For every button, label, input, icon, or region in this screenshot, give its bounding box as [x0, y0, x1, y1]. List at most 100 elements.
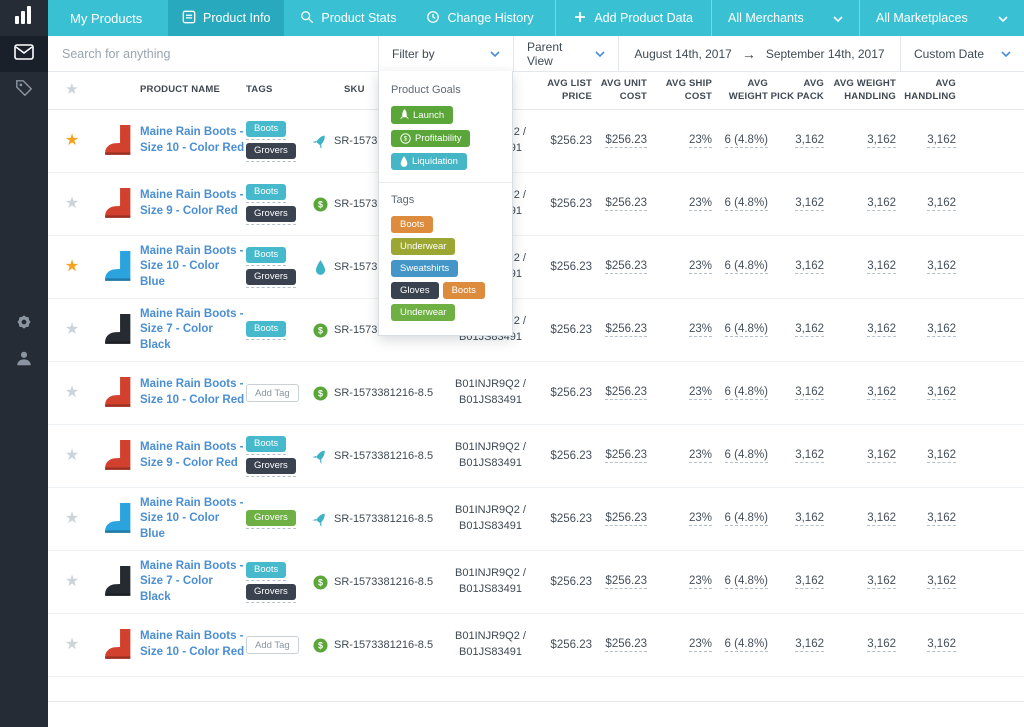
- avg-pick-pack[interactable]: 3,162: [795, 260, 824, 274]
- app-logo[interactable]: [0, 0, 48, 36]
- avg-weight[interactable]: 6 (4.8%): [724, 386, 768, 400]
- avg-pick-pack[interactable]: 3,162: [795, 197, 824, 211]
- avg-pick-pack[interactable]: 3,162: [795, 512, 824, 526]
- tag-filter-pill[interactable]: Gloves: [391, 282, 439, 299]
- avg-ship-cost[interactable]: 23%: [688, 575, 712, 589]
- tag-filter-pill[interactable]: Sweatshirts: [391, 260, 459, 277]
- avg-weight[interactable]: 6 (4.8%): [724, 323, 768, 337]
- avg-handling[interactable]: 3,162: [927, 260, 956, 274]
- search-input[interactable]: [48, 46, 378, 61]
- goal-pill[interactable]: Liquidation: [391, 153, 467, 170]
- add-product-data-button[interactable]: Add Product Data: [556, 0, 711, 36]
- avg-weight-handling[interactable]: 3,162: [867, 323, 896, 337]
- avg-weight-handling[interactable]: 3,162: [867, 575, 896, 589]
- avg-handling[interactable]: 3,162: [927, 638, 956, 652]
- tag-pill[interactable]: Boots: [246, 435, 287, 452]
- avg-handling[interactable]: 3,162: [927, 134, 956, 148]
- avg-ship-cost[interactable]: 23%: [688, 197, 712, 211]
- marketplaces-dropdown[interactable]: All Marketplaces: [860, 0, 1024, 36]
- sidebar-item-account[interactable]: [0, 342, 48, 378]
- col-avg-unit-cost[interactable]: AVG UNIT COST: [592, 78, 647, 104]
- product-name-link[interactable]: Maine Rain Boots - Size 10 - Color Red: [140, 629, 244, 660]
- avg-handling[interactable]: 3,162: [927, 449, 956, 463]
- avg-unit-cost[interactable]: $256.23: [605, 197, 647, 211]
- avg-unit-cost[interactable]: $256.23: [605, 575, 647, 589]
- sidebar-item-tags[interactable]: [0, 72, 48, 108]
- col-avg-weight-handling[interactable]: AVG WEIGHT HANDLING: [824, 78, 896, 104]
- avg-handling[interactable]: 3,162: [927, 575, 956, 589]
- avg-unit-cost[interactable]: $256.23: [605, 134, 647, 148]
- avg-weight-handling[interactable]: 3,162: [867, 386, 896, 400]
- avg-ship-cost[interactable]: 23%: [688, 134, 712, 148]
- favorite-star[interactable]: ★: [65, 259, 79, 275]
- product-name-link[interactable]: Maine Rain Boots - Size 9 - Color Red: [140, 440, 244, 471]
- favorite-star[interactable]: ★: [65, 196, 79, 212]
- col-avg-weight[interactable]: AVG WEIGHT: [712, 78, 768, 104]
- avg-unit-cost[interactable]: $256.23: [605, 260, 647, 274]
- avg-ship-cost[interactable]: 23%: [688, 260, 712, 274]
- tag-filter-pill[interactable]: Boots: [391, 216, 434, 233]
- avg-handling[interactable]: 3,162: [927, 323, 956, 337]
- filter-by-dropdown[interactable]: Filter by: [378, 36, 513, 71]
- avg-ship-cost[interactable]: 23%: [688, 512, 712, 526]
- avg-pick-pack[interactable]: 3,162: [795, 638, 824, 652]
- col-avg-list-price[interactable]: AVG LIST PRICE: [537, 78, 592, 104]
- favorite-star[interactable]: ★: [65, 574, 79, 590]
- col-avg-handling[interactable]: AVG HANDLING: [896, 78, 956, 104]
- avg-ship-cost[interactable]: 23%: [688, 386, 712, 400]
- goal-pill[interactable]: $ Profitability: [391, 130, 471, 147]
- goal-pill[interactable]: Launch: [391, 106, 454, 124]
- avg-pick-pack[interactable]: 3,162: [795, 386, 824, 400]
- tag-filter-pill[interactable]: Underwear: [391, 304, 456, 321]
- avg-weight[interactable]: 6 (4.8%): [724, 575, 768, 589]
- add-tag-button[interactable]: Add Tag: [246, 384, 299, 402]
- product-name-link[interactable]: Maine Rain Boots - Size 10 - Color Blue: [140, 496, 246, 543]
- avg-weight[interactable]: 6 (4.8%): [724, 512, 768, 526]
- tag-pill[interactable]: Grovers: [246, 457, 296, 474]
- avg-unit-cost[interactable]: $256.23: [605, 638, 647, 652]
- custom-date-dropdown[interactable]: Custom Date: [900, 36, 1024, 71]
- product-name-link[interactable]: Maine Rain Boots - Size 7 - Color Black: [140, 559, 246, 606]
- favorite-star[interactable]: ★: [65, 322, 79, 338]
- tag-pill[interactable]: Boots: [246, 246, 287, 263]
- favorite-star[interactable]: ★: [65, 448, 79, 464]
- product-name-link[interactable]: Maine Rain Boots - Size 10 - Color Red: [140, 377, 244, 408]
- tag-pill[interactable]: Boots: [246, 320, 287, 337]
- product-name-link[interactable]: Maine Rain Boots - Size 10 - Color Red: [140, 125, 244, 156]
- tab-product-stats[interactable]: Product Stats: [286, 0, 410, 36]
- avg-ship-cost[interactable]: 23%: [688, 323, 712, 337]
- sidebar-item-settings[interactable]: [0, 306, 48, 342]
- col-tags[interactable]: TAGS: [246, 84, 308, 97]
- col-avg-ship-cost[interactable]: AVG SHIP COST: [647, 78, 712, 104]
- avg-pick-pack[interactable]: 3,162: [795, 323, 824, 337]
- avg-weight[interactable]: 6 (4.8%): [724, 197, 768, 211]
- tag-pill[interactable]: Grovers: [246, 268, 296, 285]
- tag-pill[interactable]: Boots: [246, 561, 287, 578]
- avg-pick-pack[interactable]: 3,162: [795, 134, 824, 148]
- tag-pill[interactable]: Grovers: [246, 583, 296, 600]
- avg-weight[interactable]: 6 (4.8%): [724, 134, 768, 148]
- avg-weight-handling[interactable]: 3,162: [867, 197, 896, 211]
- avg-unit-cost[interactable]: $256.23: [605, 449, 647, 463]
- favorite-star[interactable]: ★: [65, 133, 79, 149]
- sidebar-item-products[interactable]: [0, 36, 48, 72]
- avg-unit-cost[interactable]: $256.23: [605, 386, 647, 400]
- avg-pick-pack[interactable]: 3,162: [795, 575, 824, 589]
- avg-weight[interactable]: 6 (4.8%): [724, 260, 768, 274]
- avg-handling[interactable]: 3,162: [927, 512, 956, 526]
- tag-pill[interactable]: Grovers: [246, 509, 296, 526]
- tab-product-info[interactable]: Product Info: [168, 0, 285, 36]
- avg-ship-cost[interactable]: 23%: [688, 449, 712, 463]
- add-tag-button[interactable]: Add Tag: [246, 636, 299, 654]
- avg-weight[interactable]: 6 (4.8%): [724, 449, 768, 463]
- col-product-name[interactable]: PRODUCT NAME: [140, 84, 246, 97]
- avg-pick-pack[interactable]: 3,162: [795, 449, 824, 463]
- avg-unit-cost[interactable]: $256.23: [605, 323, 647, 337]
- tab-change-history[interactable]: Change History: [412, 0, 547, 36]
- avg-weight-handling[interactable]: 3,162: [867, 260, 896, 274]
- tag-pill[interactable]: Grovers: [246, 205, 296, 222]
- date-range[interactable]: August 14th, 2017 → September 14th, 2017: [618, 36, 900, 71]
- avg-handling[interactable]: 3,162: [927, 197, 956, 211]
- avg-weight-handling[interactable]: 3,162: [867, 638, 896, 652]
- avg-unit-cost[interactable]: $256.23: [605, 512, 647, 526]
